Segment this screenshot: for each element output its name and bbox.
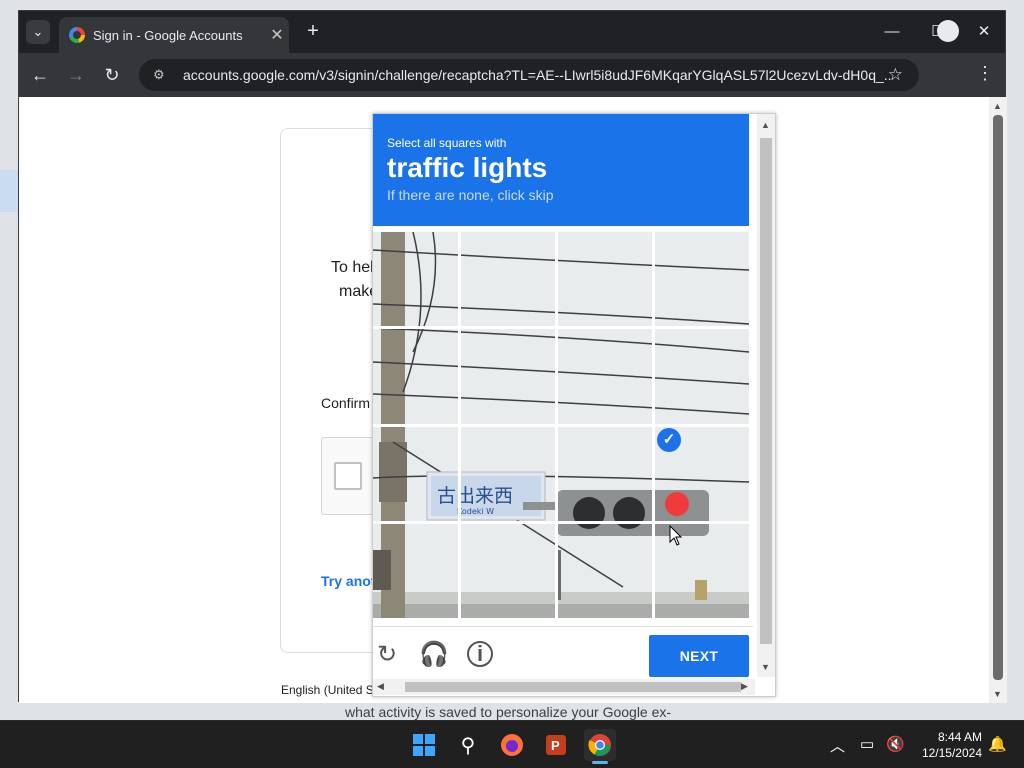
reload-challenge-icon[interactable]: ↻	[373, 641, 401, 669]
captcha-tile[interactable]	[558, 427, 652, 521]
search-icon[interactable]: ⚲	[452, 729, 484, 761]
profile-avatar-icon[interactable]	[937, 20, 959, 42]
firefox-icon[interactable]	[496, 729, 528, 761]
volume-muted-icon[interactable]: 🔇	[886, 735, 905, 753]
captcha-horizontal-scrollbar[interactable]: ◀ ▶	[373, 679, 755, 695]
svg-text:P: P	[551, 738, 560, 753]
tab-close-icon[interactable]: ✕	[265, 25, 289, 45]
browser-toolbar: ← → ↻ ⚙ accounts.google.com/v3/signin/ch…	[19, 53, 1005, 97]
captcha-hint: If there are none, click skip	[387, 187, 554, 203]
powerpoint-icon[interactable]: P	[540, 729, 572, 761]
active-app-indicator	[592, 761, 608, 764]
reload-icon[interactable]: ↻	[99, 62, 125, 88]
scroll-left-arrow-icon[interactable]: ◀	[377, 681, 384, 692]
bookmark-star-icon[interactable]: ☆	[888, 65, 903, 85]
minimize-button[interactable]: —	[869, 19, 915, 45]
chrome-window: ⌄ Sign in - Google Accounts ✕ + — ☐ ✕ ← …	[18, 10, 1007, 703]
chrome-taskbar-icon[interactable]	[584, 729, 616, 764]
tab-sign-in[interactable]: Sign in - Google Accounts ✕	[59, 17, 289, 53]
info-icon[interactable]: i	[467, 641, 493, 667]
show-hidden-icons-chevron-icon[interactable]: ︿	[830, 735, 845, 756]
background-page-text: what activity is saved to personalize yo…	[345, 704, 672, 720]
close-window-button[interactable]: ✕	[961, 19, 1007, 45]
captcha-tile[interactable]	[655, 232, 749, 326]
new-tab-button[interactable]: +	[301, 20, 325, 44]
scroll-up-arrow-icon[interactable]: ▲	[761, 120, 770, 130]
captcha-tile[interactable]	[558, 232, 652, 326]
clock-time: 8:44 AM	[937, 730, 982, 744]
google-favicon-icon	[69, 27, 85, 43]
scroll-up-arrow-icon[interactable]: ▲	[993, 101, 1002, 111]
page-vertical-scrollbar[interactable]: ▲ ▼	[989, 97, 1007, 703]
forward-arrow-icon[interactable]: →	[63, 62, 89, 88]
captcha-tile[interactable]	[655, 329, 749, 424]
captcha-image-grid: 古出来西 Kodeki W ✓	[373, 232, 749, 618]
address-bar[interactable]: ⚙ accounts.google.com/v3/signin/challeng…	[139, 59, 919, 91]
scroll-right-arrow-icon[interactable]: ▶	[741, 681, 748, 692]
background-window-edge	[0, 170, 18, 212]
recaptcha-challenge-popup: Select all squares with traffic lights I…	[372, 113, 776, 697]
windows-start-icon[interactable]	[408, 729, 440, 761]
notification-bell-icon[interactable]: 🔔	[988, 735, 1007, 753]
tab-title: Sign in - Google Accounts	[93, 27, 243, 43]
captcha-tile[interactable]	[373, 524, 458, 618]
language-selector[interactable]: English (United S	[281, 683, 374, 697]
captcha-vertical-scrollbar[interactable]: ▲ ▼	[757, 114, 775, 677]
captcha-tile[interactable]	[373, 427, 458, 521]
try-another-way-link[interactable]: Try anot	[321, 573, 375, 589]
network-icon[interactable]: ▭	[860, 735, 874, 753]
page-scrollbar-thumb[interactable]	[993, 115, 1003, 680]
back-arrow-icon[interactable]: ←	[27, 62, 53, 88]
audio-challenge-headphones-icon[interactable]: 🎧	[419, 641, 449, 669]
mouse-cursor-icon	[669, 525, 683, 546]
url-text[interactable]: accounts.google.com/v3/signin/challenge/…	[183, 67, 893, 83]
confirm-label: Confirm	[321, 395, 371, 411]
captcha-header: Select all squares with traffic lights I…	[373, 114, 749, 226]
captcha-tile[interactable]	[558, 524, 652, 618]
captcha-tile[interactable]	[373, 232, 458, 326]
system-clock[interactable]: 8:44 AM 12/15/2024	[910, 729, 982, 761]
captcha-tile[interactable]	[461, 524, 555, 618]
menu-kebab-icon[interactable]: ⋮	[975, 63, 995, 84]
captcha-tile[interactable]	[461, 427, 555, 521]
captcha-tile[interactable]	[461, 329, 555, 424]
captcha-target: traffic lights	[387, 152, 548, 183]
captcha-hscrollbar-thumb[interactable]	[405, 682, 741, 692]
scroll-down-arrow-icon[interactable]: ▼	[993, 689, 1002, 699]
captcha-tile[interactable]	[558, 329, 652, 424]
page-viewport: To hel make Confirm Try anot English (Un…	[19, 97, 989, 703]
next-button[interactable]: NEXT	[649, 635, 749, 677]
tab-strip: ⌄ Sign in - Google Accounts ✕ + — ☐ ✕	[19, 11, 1005, 53]
windows-taskbar: ⚲ P ︿ ▭ 🔇 8:44 AM 12/15/2024 🔔	[0, 720, 1024, 768]
signin-text-line1: To hel	[331, 259, 374, 276]
captcha-tile[interactable]	[461, 232, 555, 326]
captcha-footer: ↻ 🎧 i NEXT	[373, 626, 753, 686]
captcha-instruction: Select all squares with	[387, 136, 507, 150]
selected-checkmark-icon: ✓	[657, 428, 681, 452]
captcha-scrollbar-thumb[interactable]	[760, 138, 772, 644]
scroll-down-arrow-icon[interactable]: ▼	[761, 662, 770, 672]
clock-date: 12/15/2024	[921, 746, 982, 760]
tab-search-button[interactable]: ⌄	[26, 20, 50, 44]
recaptcha-checkbox[interactable]	[334, 462, 362, 490]
captcha-tile[interactable]	[373, 329, 458, 424]
site-info-icon[interactable]: ⚙	[153, 67, 171, 83]
